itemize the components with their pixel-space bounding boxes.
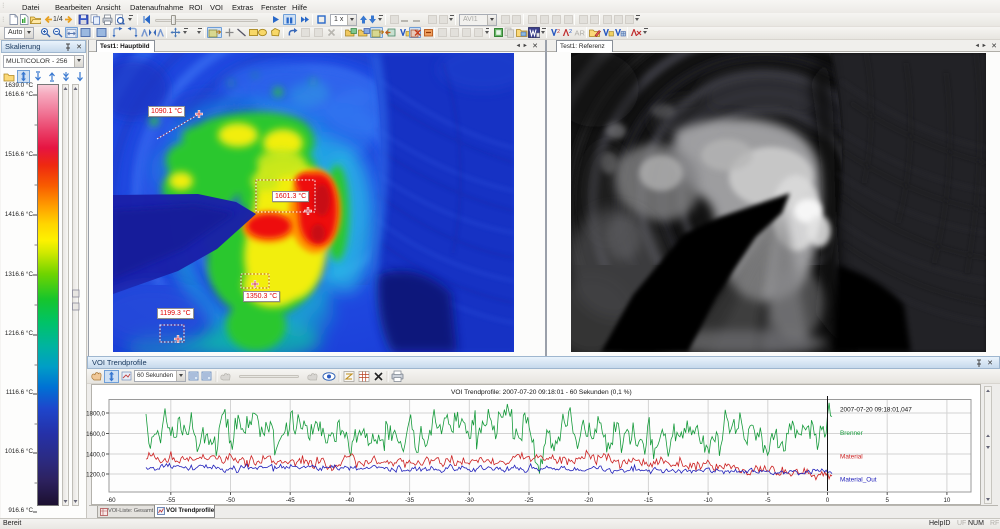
svg-text:-45: -45 [286, 497, 296, 504]
svg-text:1200,0: 1200,0 [86, 472, 105, 479]
svg-text:2007-07-20 09:18:01,047: 2007-07-20 09:18:01,047 [840, 407, 912, 414]
svg-text:0: 0 [826, 497, 830, 504]
svg-text:Material: Material [840, 454, 863, 461]
svg-text:-55: -55 [166, 497, 176, 504]
svg-text:-25: -25 [525, 497, 535, 504]
svg-text:5: 5 [885, 497, 889, 504]
svg-text:-35: -35 [405, 497, 415, 504]
svg-text:1400,0: 1400,0 [86, 452, 105, 459]
svg-text:-40: -40 [345, 497, 355, 504]
svg-text:-20: -20 [584, 497, 594, 504]
svg-text:2: 2 [557, 29, 560, 35]
svg-text:-50: -50 [226, 497, 236, 504]
svg-text:Brenner: Brenner [840, 430, 864, 437]
svg-text:-5: -5 [765, 497, 771, 504]
svg-text:1600,0: 1600,0 [86, 431, 105, 438]
svg-text:-30: -30 [465, 497, 475, 504]
svg-text:2: 2 [569, 29, 572, 35]
svg-text:10: 10 [943, 497, 950, 504]
svg-text:Material_Out: Material_Out [840, 477, 877, 484]
svg-text:VOI Trendprofile: 2007-07-20 0: VOI Trendprofile: 2007-07-20 09:18:01 - … [451, 389, 632, 396]
svg-text:-15: -15 [644, 497, 654, 504]
svg-text:-10: -10 [704, 497, 714, 504]
svg-text:-60: -60 [107, 497, 117, 504]
svg-text:AR: AR [575, 29, 586, 38]
svg-text:1800,0: 1800,0 [86, 411, 105, 418]
